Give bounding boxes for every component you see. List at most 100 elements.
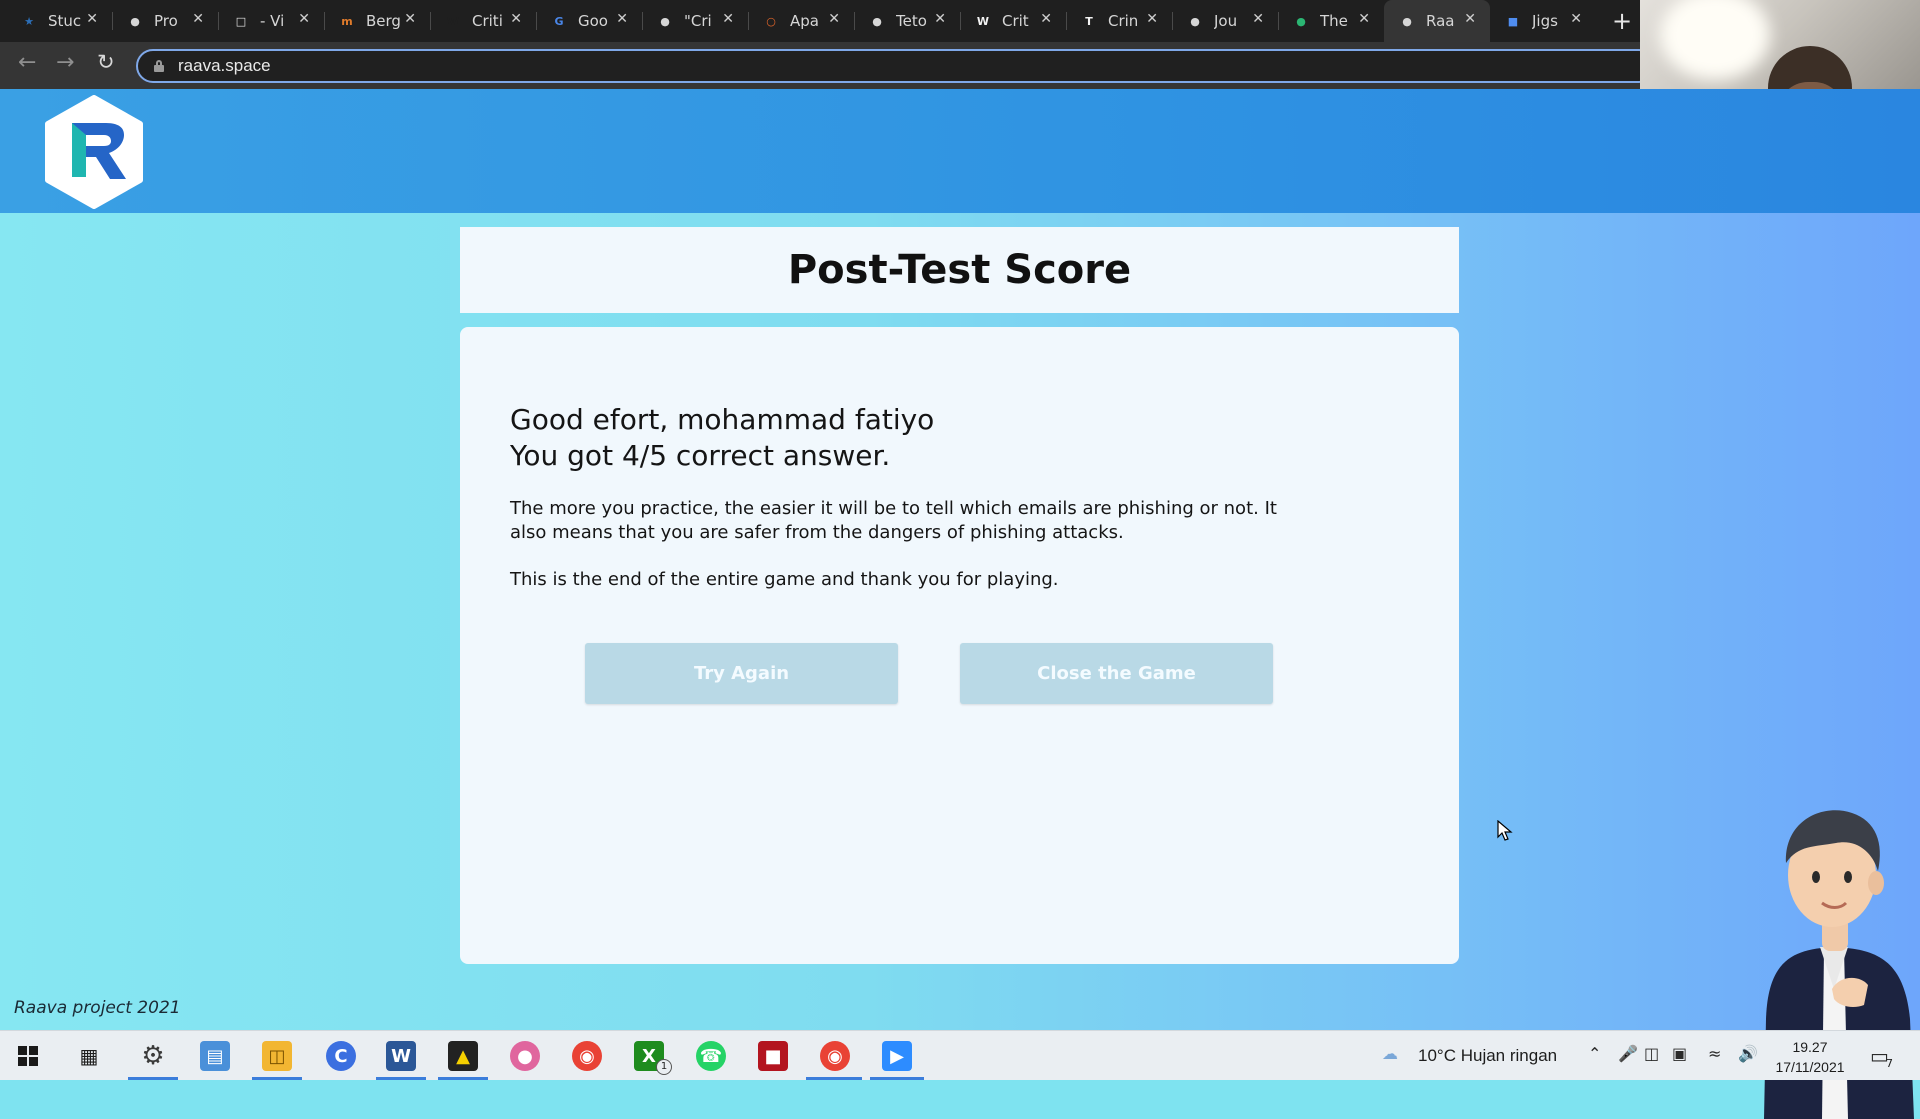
raava-logo-icon[interactable]	[42, 95, 146, 209]
zoom-icon[interactable]: ▶	[882, 1041, 912, 1071]
try-again-button[interactable]: Try Again	[585, 643, 898, 704]
close-tab-icon[interactable]: ✕	[934, 11, 946, 27]
paint-3d-icon[interactable]: ●	[510, 1041, 540, 1071]
weather-icon[interactable]: ☁	[1382, 1044, 1398, 1063]
close-tab-icon[interactable]: ✕	[192, 11, 204, 27]
lock-icon	[154, 60, 164, 72]
close-tab-icon[interactable]: ✕	[1146, 11, 1158, 27]
browser-toolbar: ← → ↻ raava.space	[0, 42, 1920, 89]
browser-tab[interactable]: T Crin ✕	[1066, 0, 1172, 42]
close-tab-icon[interactable]: ✕	[510, 11, 522, 27]
tab-separator	[960, 12, 961, 30]
page-content: Post-Test Score Good efort, mohammad fat…	[0, 89, 1920, 1119]
weather-text[interactable]: 10°C Hujan ringan	[1418, 1046, 1557, 1066]
browser-tab[interactable]: W Crit ✕	[960, 0, 1066, 42]
clock-time: 19.27	[1792, 1039, 1828, 1055]
chrome-profile-icon[interactable]: ◉	[820, 1041, 850, 1071]
sticky-notes-icon[interactable]: ▲	[448, 1041, 478, 1071]
battery-icon[interactable]: ▣	[1672, 1044, 1687, 1063]
mouse-cursor-icon	[1497, 820, 1513, 841]
chrome-icon[interactable]: ◉	[572, 1041, 602, 1071]
browser-tab[interactable]: □ - Vi ✕	[218, 0, 324, 42]
browser-tab-strip: ★ Stuc ✕ ● Pro ✕ □ - Vi ✕ m Berg ✕ W Criti ✕ G Goo ✕ ● "Cri…	[0, 0, 1920, 42]
new-tab-button[interactable]: +	[1612, 7, 1632, 35]
tab-title: Crit	[1002, 12, 1029, 30]
browser-tab[interactable]: ● "Cri ✕	[642, 0, 748, 42]
tab-title: Crin	[1108, 12, 1139, 30]
network-device-icon[interactable]: ◫	[1644, 1044, 1659, 1063]
close-tab-icon[interactable]: ✕	[298, 11, 310, 27]
browser-tab[interactable]: ● Pro ✕	[112, 0, 218, 42]
close-tab-icon[interactable]: ✕	[404, 11, 416, 27]
tab-separator	[112, 12, 113, 30]
tab-title: Jigs	[1532, 12, 1558, 30]
tab-separator	[536, 12, 537, 30]
chevron-up-icon[interactable]: ⌃	[1588, 1044, 1601, 1063]
tab-title: Pro	[154, 12, 178, 30]
tab-title: Goo	[578, 12, 608, 30]
tab-title: The	[1320, 12, 1348, 30]
settings-gear-icon[interactable]: ⚙	[138, 1041, 168, 1071]
system-clock[interactable]: 19.27 17/11/2021	[1768, 1037, 1852, 1077]
whatsapp-icon[interactable]: ☎	[696, 1041, 726, 1071]
close-tab-icon[interactable]: ✕	[1358, 11, 1370, 27]
tab-separator	[324, 12, 325, 30]
browser-tab[interactable]: ■ Jigs ✕	[1490, 0, 1596, 42]
closing-text: This is the end of the entire game and t…	[510, 569, 1059, 590]
globe-icon: ●	[872, 14, 882, 28]
page-title: Post-Test Score	[787, 247, 1132, 293]
control-panel-icon[interactable]: ▤	[200, 1041, 230, 1071]
close-tab-icon[interactable]: ✕	[1252, 11, 1264, 27]
browser-tab[interactable]: ★ Stuc ✕	[6, 0, 112, 42]
edge-browser-icon[interactable]: C	[326, 1041, 356, 1071]
windows-start-icon[interactable]	[18, 1046, 38, 1066]
tab-title: Raa	[1426, 12, 1455, 30]
tab-separator	[1278, 12, 1279, 30]
close-tab-icon[interactable]: ✕	[86, 11, 98, 27]
browser-tab[interactable]: ● Raa ✕	[1384, 0, 1490, 42]
browser-tab[interactable]: ● Teto ✕	[854, 0, 960, 42]
close-tab-icon[interactable]: ✕	[828, 11, 840, 27]
browser-tab[interactable]: m Berg ✕	[324, 0, 430, 42]
greeting-line: Good efort, mohammad fatiyo	[510, 403, 935, 436]
tab-title: Berg	[366, 12, 400, 30]
browser-tab[interactable]: ○ Apa ✕	[748, 0, 854, 42]
mb-icon: m	[341, 14, 353, 28]
address-bar[interactable]: raava.space	[136, 49, 1656, 83]
tab-separator	[748, 12, 749, 30]
student-icon: ★	[24, 14, 34, 28]
document-icon: □	[235, 14, 247, 28]
close-tab-icon[interactable]: ✕	[616, 11, 628, 27]
clock-date: 17/11/2021	[1775, 1059, 1845, 1075]
forward-arrow-icon[interactable]: →	[56, 50, 74, 75]
tab-title: Teto	[896, 12, 927, 30]
close-tab-icon[interactable]: ✕	[1040, 11, 1052, 27]
title-card: Post-Test Score	[460, 227, 1459, 313]
globe-icon: ●	[1402, 14, 1412, 28]
back-arrow-icon[interactable]: ←	[18, 50, 36, 75]
reload-icon[interactable]: ↻	[97, 50, 115, 74]
task-view-icon[interactable]: ▦	[74, 1041, 104, 1071]
close-game-button[interactable]: Close the Game	[960, 643, 1273, 704]
xbox-badge: 1	[656, 1059, 672, 1075]
close-tab-icon[interactable]: ✕	[722, 11, 734, 27]
red-app-icon[interactable]: ■	[758, 1041, 788, 1071]
close-tab-icon[interactable]: ✕	[1464, 11, 1476, 27]
tab-separator	[1066, 12, 1067, 30]
word-icon[interactable]: W	[386, 1041, 416, 1071]
tab-separator	[218, 12, 219, 30]
browser-tab[interactable]: ● The ✕	[1278, 0, 1384, 42]
tab-separator	[854, 12, 855, 30]
footer-text: Raava project 2021	[14, 998, 181, 1018]
close-tab-icon[interactable]: ✕	[1570, 11, 1582, 27]
browser-tab[interactable]: G Goo ✕	[536, 0, 642, 42]
browser-tab[interactable]: W Criti ✕	[430, 0, 536, 42]
file-explorer-icon[interactable]: ◫	[262, 1041, 292, 1071]
wifi-icon[interactable]: ≈	[1708, 1044, 1721, 1063]
globe-icon: ●	[660, 14, 670, 28]
browser-tab[interactable]: ● Jou ✕	[1172, 0, 1278, 42]
microphone-icon[interactable]: 🎤	[1618, 1044, 1638, 1063]
volume-icon[interactable]: 🔊	[1738, 1044, 1758, 1063]
globe-icon: ●	[130, 14, 140, 28]
tab-title: Criti	[472, 12, 503, 30]
